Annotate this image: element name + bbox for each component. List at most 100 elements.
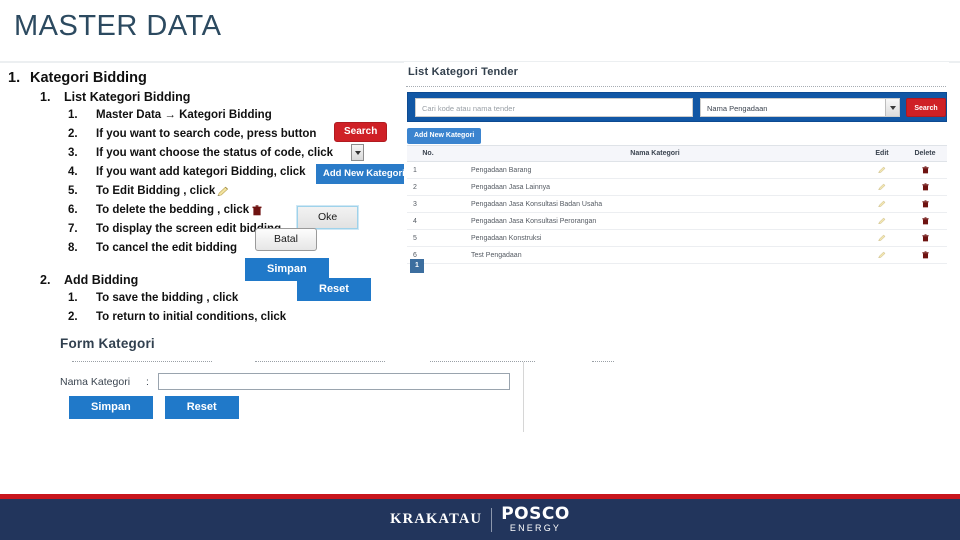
table-row: 6 Test Pengadaan bbox=[407, 246, 947, 264]
dotted-rule bbox=[430, 361, 535, 362]
outline-number: 4. bbox=[68, 166, 78, 178]
pencil-icon bbox=[217, 184, 229, 197]
brand-posco: POSCO bbox=[501, 504, 570, 524]
table-body: 1 Pengadaan Barang 2 Pengadaan Jasa Lain… bbox=[407, 161, 947, 264]
kategori-table: No. Nama Kategori Edit Delete 1 Pengadaa… bbox=[407, 145, 947, 264]
outline-number: 1. bbox=[68, 292, 78, 304]
row-edit-icon[interactable] bbox=[861, 178, 903, 196]
step-text: To cancel the edit bidding bbox=[96, 242, 237, 254]
dotted-rule bbox=[592, 361, 614, 362]
outline-number: 2. bbox=[68, 311, 78, 323]
row-delete-icon[interactable] bbox=[903, 178, 947, 196]
pagination-page-1[interactable]: 1 bbox=[410, 259, 424, 273]
field-colon: : bbox=[146, 375, 149, 388]
cell-no: 5 bbox=[407, 229, 449, 247]
step-text: To return to initial conditions, click bbox=[96, 311, 287, 323]
outline-number: 6. bbox=[68, 204, 78, 216]
cell-nama: Test Pengadaan bbox=[449, 246, 861, 264]
list-item: 2. To return to initial conditions, click bbox=[68, 309, 400, 326]
column-header-delete: Delete bbox=[903, 145, 947, 162]
cell-nama: Pengadaan Konstruksi bbox=[449, 229, 861, 247]
form-kategori-title: Form Kategori bbox=[60, 336, 155, 351]
column-header-edit: Edit bbox=[861, 145, 903, 162]
step-text: If you want add kategori Bidding, click bbox=[96, 166, 306, 178]
outline-number: 7. bbox=[68, 223, 78, 235]
step-text: Master Data → Kategori Bidding bbox=[96, 109, 272, 121]
cell-nama: Pengadaan Barang bbox=[449, 161, 861, 179]
brand-divider bbox=[491, 507, 493, 532]
callout-reset-button[interactable]: Reset bbox=[297, 278, 371, 301]
panel-edge-line bbox=[523, 362, 524, 432]
trash-icon bbox=[252, 203, 262, 216]
table-row: 4 Pengadaan Jasa Konsultasi Perorangan bbox=[407, 212, 947, 230]
cell-no: 1 bbox=[407, 161, 449, 179]
chevron-down-icon[interactable] bbox=[885, 99, 899, 116]
simpan-button[interactable]: Simpan bbox=[69, 396, 153, 419]
cell-nama: Pengadaan Jasa Konsultasi Perorangan bbox=[449, 212, 861, 230]
nama-kategori-label: Nama Kategori bbox=[60, 375, 131, 388]
callout-search-button[interactable]: Search bbox=[334, 122, 388, 142]
row-edit-icon[interactable] bbox=[861, 195, 903, 213]
app-search-bar: Cari kode atau nama tender Nama Pengadaa… bbox=[407, 92, 947, 122]
cell-nama: Pengadaan Jasa Konsultasi Badan Usaha bbox=[449, 195, 861, 213]
search-button[interactable]: Search bbox=[906, 98, 946, 117]
table-row: 5 Pengadaan Konstruksi bbox=[407, 229, 947, 247]
table-header: No. Nama Kategori Edit Delete bbox=[407, 145, 947, 162]
outline-number: 8. bbox=[68, 242, 78, 254]
search-category-select[interactable]: Nama Pengadaan bbox=[700, 98, 900, 117]
brand-energy: ENERGY bbox=[509, 523, 562, 533]
table-row: 3 Pengadaan Jasa Konsultasi Badan Usaha bbox=[407, 195, 947, 213]
dotted-rule bbox=[255, 361, 385, 362]
outline-label: Add Bidding bbox=[64, 273, 139, 287]
step-text: To Edit Bidding , click bbox=[96, 185, 216, 197]
outline-number: 3. bbox=[68, 147, 78, 159]
app-title-divider bbox=[406, 86, 946, 87]
column-header-no: No. bbox=[407, 145, 449, 162]
outline-number: 1. bbox=[8, 70, 21, 86]
row-edit-icon[interactable] bbox=[861, 229, 903, 247]
row-delete-icon[interactable] bbox=[903, 246, 947, 264]
callout-dropdown-caret-icon[interactable] bbox=[351, 144, 364, 161]
select-value: Nama Pengadaan bbox=[707, 104, 768, 113]
row-edit-icon[interactable] bbox=[861, 246, 903, 264]
brand-krakatau: KRAKATAU bbox=[390, 511, 483, 527]
add-new-kategori-button[interactable]: Add New Kategori bbox=[407, 128, 482, 144]
nama-kategori-input[interactable] bbox=[158, 373, 510, 391]
row-delete-icon[interactable] bbox=[903, 229, 947, 247]
step-text: To delete the bedding , click bbox=[96, 204, 250, 216]
callout-batal-button[interactable]: Batal bbox=[255, 228, 317, 251]
table-row: 1 Pengadaan Barang bbox=[407, 161, 947, 179]
outline-number: 5. bbox=[68, 185, 78, 197]
outline-label: Kategori Bidding bbox=[30, 70, 147, 86]
search-input[interactable]: Cari kode atau nama tender bbox=[415, 98, 693, 117]
table-row: 2 Pengadaan Jasa Lainnya bbox=[407, 178, 947, 196]
cell-no: 4 bbox=[407, 212, 449, 230]
cell-no: 2 bbox=[407, 178, 449, 196]
row-edit-icon[interactable] bbox=[861, 161, 903, 179]
table-header-row: No. Nama Kategori Edit Delete bbox=[407, 145, 947, 162]
cell-nama: Pengadaan Jasa Lainnya bbox=[449, 178, 861, 196]
list-item: 5. To Edit Bidding , click bbox=[68, 183, 400, 200]
row-delete-icon[interactable] bbox=[903, 212, 947, 230]
step-text: If you want to search code, press button bbox=[96, 128, 317, 140]
outline-number: 1. bbox=[68, 109, 78, 121]
form-kategori-panel: Form Kategori Nama Kategori: Simpan Reset bbox=[60, 336, 535, 432]
slide-canvas: MASTER DATA 1. Kategori Bidding 1. List Ka… bbox=[0, 0, 960, 540]
page-title: MASTER DATA bbox=[14, 10, 222, 42]
outline-item-kategori-bidding: 1. Kategori Bidding bbox=[8, 70, 400, 86]
step-text: If you want choose the status of code, c… bbox=[96, 147, 334, 159]
callout-add-new-kategori-button[interactable]: Add New Kategori bbox=[316, 164, 412, 184]
outline-label: List Kategori Bidding bbox=[64, 90, 191, 104]
row-delete-icon[interactable] bbox=[903, 161, 947, 179]
row-edit-icon[interactable] bbox=[861, 212, 903, 230]
callout-oke-button[interactable]: Oke bbox=[295, 205, 360, 230]
brand-posco-group: POSCO ENERGY bbox=[501, 506, 570, 533]
app-screenshot-panel: List Kategori Tender Cari kode atau nama… bbox=[404, 62, 949, 277]
row-delete-icon[interactable] bbox=[903, 195, 947, 213]
footer-logo: KRAKATAU POSCO ENERGY bbox=[0, 506, 960, 533]
column-header-nama: Nama Kategori bbox=[449, 145, 861, 162]
reset-button[interactable]: Reset bbox=[164, 396, 239, 419]
dotted-rule bbox=[72, 361, 212, 362]
footer-bar: KRAKATAU POSCO ENERGY bbox=[0, 499, 960, 540]
outline-spacer bbox=[0, 259, 400, 273]
